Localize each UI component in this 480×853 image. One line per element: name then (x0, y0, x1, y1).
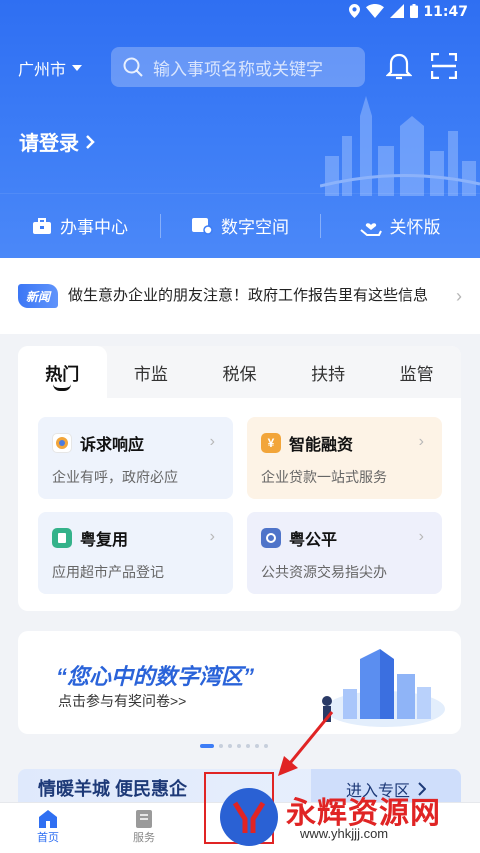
banner-subtitle: 点击参与有奖问卷>> (58, 693, 187, 709)
tab-bar: 热门 市监 税保 扶持 监管 (18, 346, 461, 398)
carousel-dot (264, 744, 268, 748)
carousel-dot (228, 744, 232, 748)
tab-label: 热门 (45, 364, 80, 384)
search-input[interactable]: 输入事项名称或关键字 (111, 47, 365, 87)
service-subtitle: 应用超市产品登记 (52, 564, 164, 580)
location-icon (349, 4, 360, 18)
service-title: 诉求响应 (80, 437, 145, 454)
service-card-reuse[interactable]: 粤复用 应用超市产品登记 › (38, 512, 233, 594)
carousel-dot (219, 744, 223, 748)
service-subtitle: 企业有呼，政府必应 (52, 469, 178, 485)
tab-market-supervision[interactable]: 市监 (107, 346, 196, 398)
home-icon (39, 810, 57, 828)
chevron-right-icon: › (418, 528, 424, 545)
scan-icon (430, 52, 458, 80)
care-hand-icon (359, 222, 382, 236)
bottom-nav-service[interactable]: 服务 (114, 809, 174, 845)
quick-nav-label: 数字空间 (221, 218, 289, 237)
chevron-right-icon (86, 134, 95, 149)
tab-hot[interactable]: 热门 (18, 346, 107, 398)
service-icon (136, 810, 152, 828)
tab-tax-insurance[interactable]: 税保 (195, 346, 284, 398)
yen-icon: ¥ (261, 433, 281, 453)
chevron-right-icon: › (456, 285, 462, 306)
service-card-financing[interactable]: ¥ 智能融资 企业贷款一站式服务 › (247, 417, 442, 499)
service-subtitle: 公共资源交易指尖办 (261, 564, 387, 580)
reuse-icon (52, 528, 72, 548)
carousel-dot (255, 744, 259, 748)
promo-title: 情暖羊城 便民惠企 (38, 779, 188, 799)
tab-support[interactable]: 扶持 (284, 346, 373, 398)
tab-label: 税保 (222, 364, 257, 384)
bottom-nav-home[interactable]: 首页 (18, 809, 78, 845)
quick-nav-service-center[interactable]: 办事中心 (0, 194, 160, 257)
caret-down-icon (72, 65, 83, 71)
scan-button[interactable] (430, 52, 458, 84)
tab-label: 扶持 (311, 364, 346, 384)
battery-icon (410, 4, 418, 18)
banner-title: “您心中的数字湾区” (56, 664, 255, 689)
chevron-right-icon: › (209, 433, 215, 450)
wifi-icon (366, 4, 384, 18)
tab-active-indicator (53, 384, 72, 391)
tab-regulation[interactable]: 监管 (372, 346, 461, 398)
carousel-dot (246, 744, 250, 748)
login-label: 请登录 (19, 133, 79, 155)
clock: 11:47 (423, 4, 468, 20)
bottom-nav-label: 首页 (37, 832, 59, 844)
news-badge: 新闻 (18, 284, 58, 308)
quick-nav: 办事中心 数字空间 关怀版 (0, 193, 480, 257)
city-label: 广州市 (18, 62, 67, 79)
carousel-indicator (200, 744, 268, 748)
quick-nav-care-mode[interactable]: 关怀版 (320, 194, 480, 257)
bell-icon (385, 53, 413, 80)
annotation-arrow (278, 711, 334, 776)
watermark: 永辉资源网 www.yhkjjj.com (216, 780, 480, 850)
service-card-fairness[interactable]: 粤公平 公共资源交易指尖办 › (247, 512, 442, 594)
bottom-nav-label: 服务 (133, 832, 155, 844)
briefcase-icon (33, 217, 51, 234)
tab-label: 市监 (133, 364, 168, 384)
service-title: 粤复用 (80, 532, 129, 549)
news-headline: 做生意办企业的朋友注意！政府工作报告里有这些信息 (68, 287, 429, 304)
quick-nav-digital-space[interactable]: 数字空间 (160, 194, 320, 257)
signal-icon (390, 4, 404, 18)
tab-label: 监管 (399, 364, 434, 384)
service-subtitle: 企业贷款一站式服务 (261, 469, 387, 485)
digital-space-icon (192, 217, 213, 235)
notification-button[interactable] (385, 53, 413, 86)
city-skyline-illustration (320, 96, 480, 196)
quick-nav-label: 办事中心 (60, 218, 128, 237)
status-bar: 11:47 (0, 0, 480, 26)
survey-banner[interactable]: “您心中的数字湾区” 点击参与有奖问卷>> (18, 631, 461, 734)
service-title: 粤公平 (289, 532, 338, 549)
watermark-logo (220, 788, 278, 846)
chevron-right-icon: › (209, 528, 215, 545)
appeal-icon (52, 433, 72, 453)
chevron-right-icon: › (418, 433, 424, 450)
carousel-dot-active (200, 744, 214, 748)
service-title: 智能融资 (289, 437, 354, 454)
login-link[interactable]: 请登录 (19, 127, 95, 156)
watermark-url: www.yhkjjj.com (300, 826, 389, 841)
carousel-dot (237, 744, 241, 748)
search-icon (123, 57, 143, 77)
fairness-icon (261, 528, 281, 548)
quick-nav-label: 关怀版 (389, 218, 441, 237)
city-selector[interactable]: 广州市 (18, 56, 83, 80)
service-tabs-card: 热门 市监 税保 扶持 监管 诉求响应 企业有呼，政府必应 › ¥ 智能融资 企… (18, 346, 461, 611)
hero-header: 11:47 广州市 输入事项名称或关键字 请登录 办事中心 数字空间 关怀版 (0, 0, 480, 258)
search-placeholder: 输入事项名称或关键字 (153, 59, 323, 79)
news-ticker[interactable]: 新闻 做生意办企业的朋友注意！政府工作报告里有这些信息 › (0, 258, 480, 334)
service-card-appeal[interactable]: 诉求响应 企业有呼，政府必应 › (38, 417, 233, 499)
